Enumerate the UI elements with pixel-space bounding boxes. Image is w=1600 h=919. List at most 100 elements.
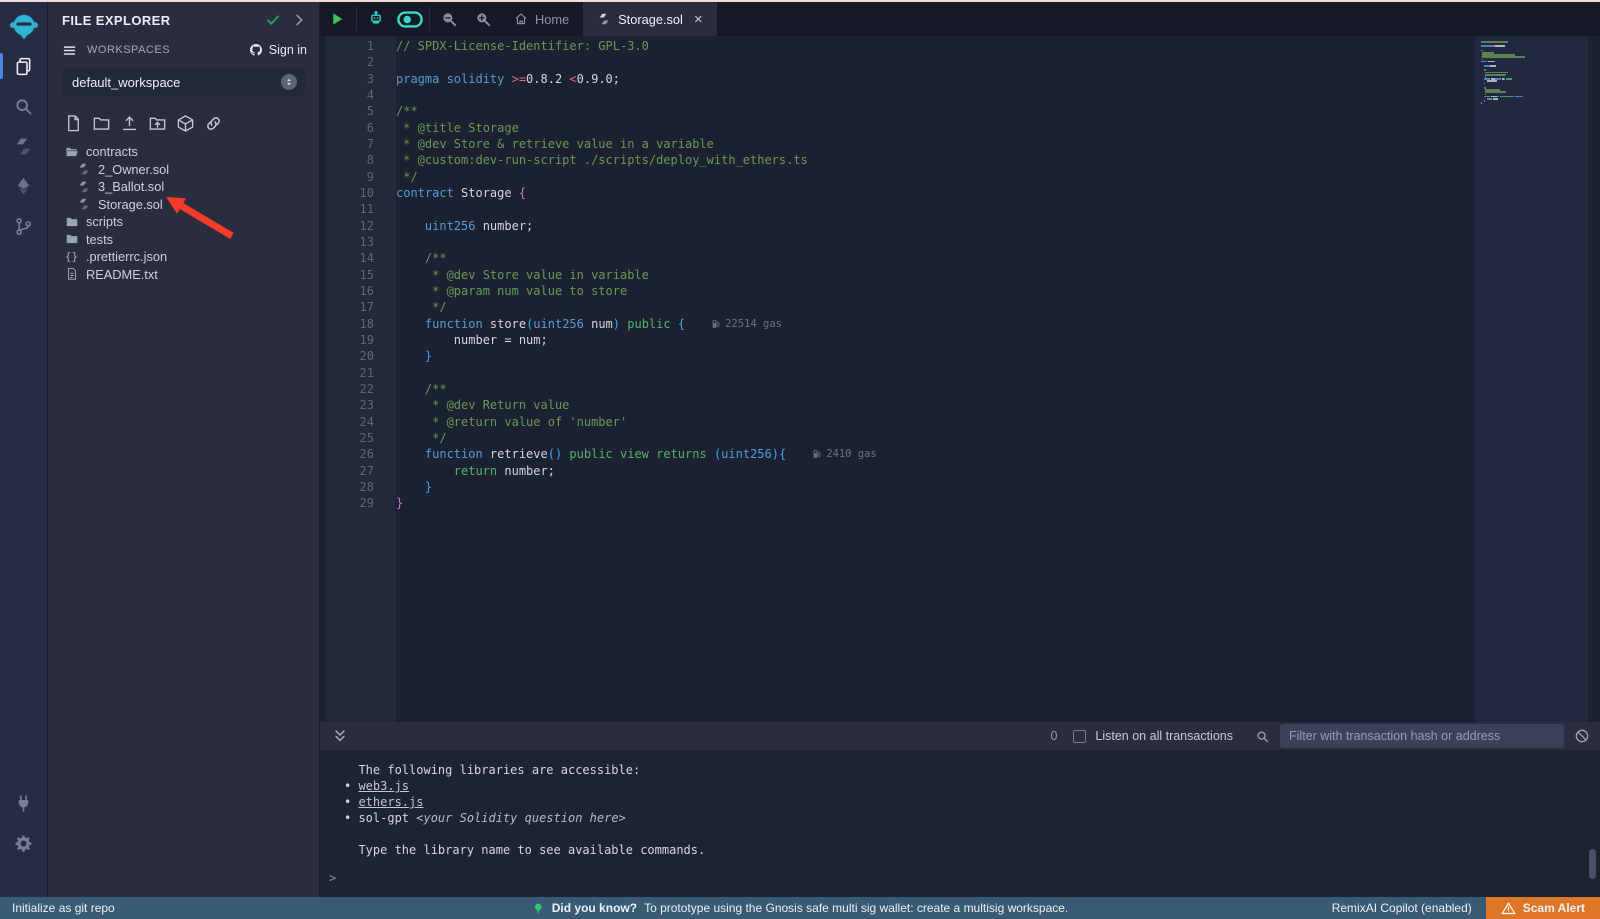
terminal-scrollbar-thumb[interactable] [1589, 849, 1596, 879]
line-number: 10 [320, 185, 396, 201]
new-folder-icon[interactable] [92, 114, 111, 133]
rail-item-solidity-compiler[interactable] [0, 126, 48, 166]
warning-icon [1501, 901, 1516, 916]
library-link[interactable]: web3.js [358, 779, 409, 793]
robot-icon [367, 10, 385, 28]
line-number: 19 [320, 332, 396, 348]
rail-item-search[interactable] [0, 86, 48, 126]
copilot-toggle[interactable] [393, 2, 427, 36]
git-branch-icon [13, 216, 34, 237]
rail-item-file-explorer[interactable] [0, 46, 48, 86]
tree-item-tests[interactable]: tests [48, 231, 319, 249]
gas-estimate-annotation: 2410 gas [812, 446, 877, 462]
code-line: 15 * @dev Store value in variable [320, 267, 1475, 283]
terminal-line: Type the library name to see available c… [344, 842, 1600, 858]
line-number: 11 [320, 201, 396, 217]
upload-file-icon[interactable] [120, 114, 139, 133]
rail-item-deploy-run[interactable] [0, 166, 48, 206]
github-sign-in-button[interactable]: Sign in [248, 42, 307, 58]
toolbar-divider [429, 7, 430, 31]
gear-icon [13, 833, 34, 854]
listen-all-transactions-checkbox[interactable] [1073, 730, 1086, 743]
terminal[interactable]: The following libraries are accessible:•… [320, 750, 1600, 897]
panel-title: FILE EXPLORER [62, 13, 255, 28]
tree-item-contracts[interactable]: contracts [48, 143, 319, 161]
terminal-search-icon[interactable] [1255, 729, 1270, 744]
zoom-in-icon [474, 10, 492, 28]
tree-item-readme-txt[interactable]: README.txt [48, 266, 319, 284]
minimap[interactable] [1475, 36, 1588, 722]
gas-pump-icon [711, 319, 721, 329]
expand-terminal-icon[interactable] [332, 728, 348, 744]
line-number: 2 [320, 54, 396, 70]
code-line: 10contract Storage { [320, 185, 1475, 201]
tree-item-label: README.txt [86, 267, 158, 282]
tip-title: Did you know? [552, 901, 637, 915]
library-link[interactable]: ethers.js [358, 795, 423, 809]
status-check-icon [265, 12, 281, 28]
line-number: 20 [320, 348, 396, 364]
remix-ide-window: FILE EXPLORER WORKSPACES Sign in default… [0, 0, 1600, 919]
init-git-repo-button[interactable]: Initialize as git repo [12, 901, 115, 915]
scam-alert-button[interactable]: Scam Alert [1486, 897, 1600, 919]
code-line: 16 * @param num value to store [320, 283, 1475, 299]
toolbar-divider [356, 7, 357, 31]
cube-icon[interactable] [176, 114, 195, 133]
tree-item-label: tests [86, 232, 113, 247]
remix-logo-icon[interactable] [7, 10, 41, 46]
code-line: 4 [320, 87, 1475, 103]
editor-scrollbar-track[interactable] [1588, 36, 1600, 722]
line-number: 29 [320, 495, 396, 511]
clear-console-icon[interactable] [1574, 728, 1590, 744]
did-you-know-tip: Did you know? To prototype using the Gno… [532, 901, 1069, 915]
files-icon [13, 56, 34, 77]
line-number: 16 [320, 283, 396, 299]
folder-icon [64, 214, 79, 229]
tree-item-3-ballot-sol[interactable]: 3_Ballot.sol [48, 178, 319, 196]
workspaces-menu-icon[interactable] [62, 43, 77, 58]
ai-copilot-robot-button[interactable] [359, 2, 393, 36]
tab-storage-sol[interactable]: Storage.sol × [583, 2, 717, 36]
file-explorer-panel: FILE EXPLORER WORKSPACES Sign in default… [48, 2, 320, 897]
code-line: 2 [320, 54, 1475, 70]
code-line: 8 * @custom:dev-run-script ./scripts/dep… [320, 152, 1475, 168]
tree-item-scripts[interactable]: scripts [48, 213, 319, 231]
link-icon[interactable] [204, 114, 223, 133]
code-line: 25 */ [320, 430, 1475, 446]
lightbulb-icon [532, 902, 545, 915]
code-editor[interactable]: 1// SPDX-License-Identifier: GPL-3.023pr… [320, 36, 1600, 722]
transaction-filter-input[interactable] [1280, 724, 1564, 748]
close-tab-icon[interactable]: × [694, 12, 703, 27]
workspace-select[interactable]: default_workspace [62, 68, 305, 96]
code-line: 7 * @dev Store & retrieve value in a var… [320, 136, 1475, 152]
folder-icon [64, 232, 79, 247]
code-line: 5/** [320, 103, 1475, 119]
collapse-panel-chevron-icon[interactable] [291, 12, 307, 28]
gas-estimate-annotation: 22514 gas [711, 316, 782, 332]
tip-text: To prototype using the Gnosis safe multi… [644, 901, 1068, 915]
upload-folder-icon[interactable] [148, 114, 167, 133]
line-number: 9 [320, 169, 396, 185]
tree-item-storage-sol[interactable]: Storage.sol [48, 196, 319, 214]
rail-item-git[interactable] [0, 206, 48, 246]
line-number: 14 [320, 250, 396, 266]
copilot-status[interactable]: RemixAI Copilot (enabled) [1332, 901, 1472, 915]
active-tab-label: Storage.sol [618, 12, 683, 27]
solidity-icon [76, 179, 91, 194]
new-file-icon[interactable] [64, 114, 83, 133]
rail-item-settings[interactable] [0, 823, 48, 863]
zoom-in-button[interactable] [466, 2, 500, 36]
line-number: 8 [320, 152, 396, 168]
terminal-prompt[interactable]: > [320, 870, 1600, 886]
solidity-file-icon [597, 12, 611, 26]
tree-item--prettierrc-json[interactable]: {}.prettierrc.json [48, 248, 319, 266]
code-line: 21 [320, 365, 1475, 381]
rail-item-plugin-manager[interactable] [0, 783, 48, 823]
line-number: 13 [320, 234, 396, 250]
tab-home[interactable]: Home [500, 2, 583, 36]
tree-item-2-owner-sol[interactable]: 2_Owner.sol [48, 161, 319, 179]
zoom-out-button[interactable] [432, 2, 466, 36]
run-script-button[interactable] [320, 2, 354, 36]
code-line: 29} [320, 495, 1475, 511]
folder-open-icon [64, 144, 79, 159]
